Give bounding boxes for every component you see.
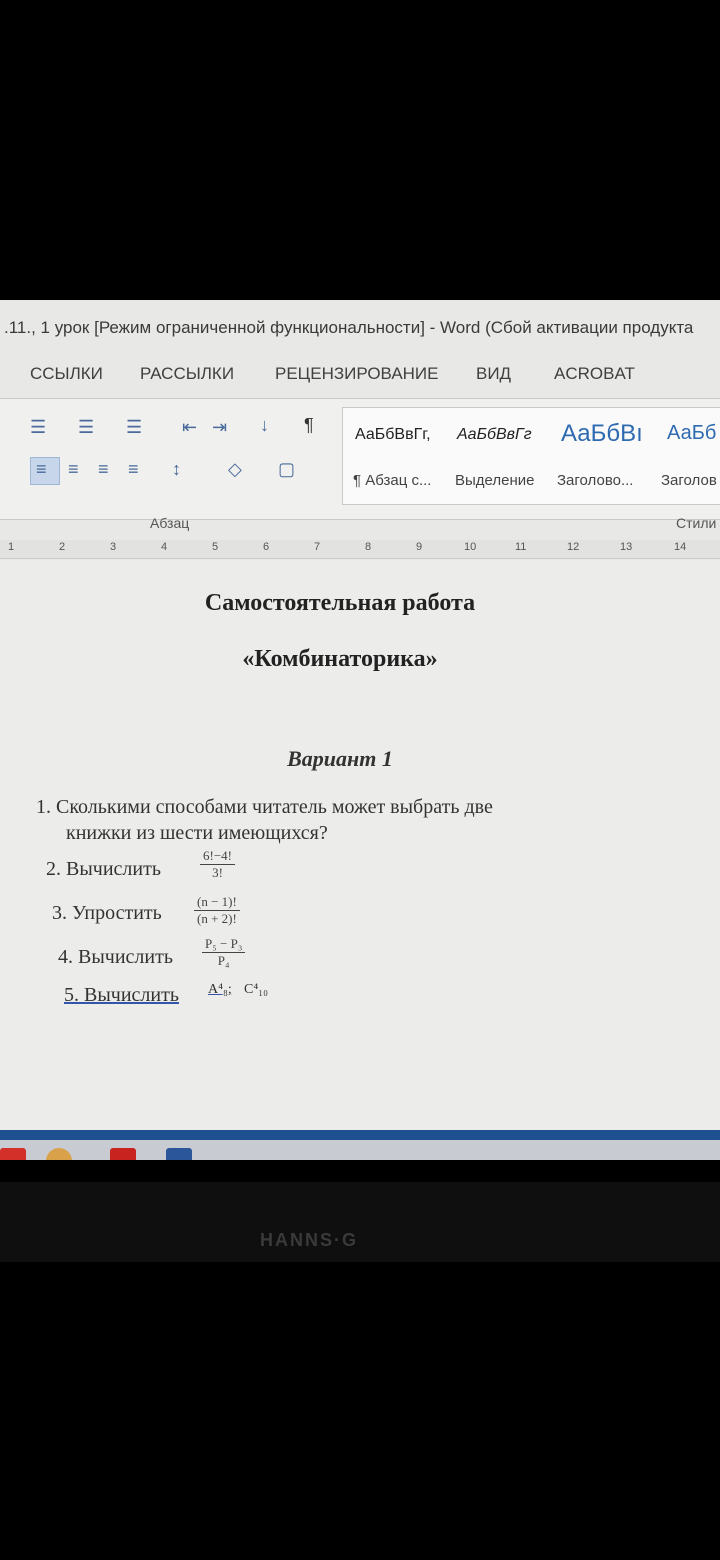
monitor-bezel: HANNS·G (0, 1182, 720, 1262)
sort-icon[interactable]: ↓ (260, 415, 269, 436)
style-sample-heading1[interactable]: АаБбВı (561, 420, 643, 448)
ruler-tick: 2 (59, 541, 66, 553)
taskbar-accent-line (0, 1130, 720, 1140)
pilcrow-icon[interactable]: ¶ (304, 415, 314, 436)
task-5-expression-1: A⁴₈; (208, 982, 232, 997)
style-name-heading1: Заголово... (557, 472, 634, 489)
ruler-tick: 12 (567, 541, 580, 553)
increase-indent-icon[interactable]: ⇥ (212, 417, 227, 438)
task-3-fraction: (n − 1)! (n + 2)! (194, 894, 240, 927)
ruler-tick: 6 (263, 541, 270, 553)
style-sample-normal[interactable]: АаБбВвГг, (355, 426, 431, 444)
window-title: .11., 1 урок [Режим ограниченной функцио… (4, 318, 694, 337)
style-name-normal: ¶ Абзац с... (353, 472, 432, 489)
align-right-icon[interactable]: ≡ (98, 459, 109, 480)
document-page[interactable]: Самостоятельная работа «Комбинаторика» В… (0, 560, 720, 1130)
shading-icon[interactable]: ◇ (228, 459, 242, 480)
task-2-label: 2. Вычислить (46, 858, 161, 880)
ruler-tick: 7 (314, 541, 321, 553)
ruler-tick: 4 (161, 541, 168, 553)
decrease-indent-icon[interactable]: ⇤ (182, 417, 197, 438)
monitor-screen: .11., 1 урок [Режим ограниченной функцио… (0, 300, 720, 1160)
fraction-denominator: P₄ (217, 953, 230, 968)
bullets-icon[interactable]: ☰ (30, 417, 46, 438)
tab-view[interactable]: ВИД (476, 364, 511, 384)
task-4-label: 4. Вычислить (58, 946, 173, 968)
variant-heading: Вариант 1 (287, 746, 393, 771)
tab-review[interactable]: РЕЦЕНЗИРОВАНИЕ (275, 364, 439, 384)
tab-mailings[interactable]: РАССЫЛКИ (140, 364, 234, 384)
ruler-tick: 8 (365, 541, 372, 553)
ruler-tick: 14 (674, 541, 687, 553)
style-name-emphasis: Выделение (455, 472, 535, 489)
fraction-numerator: 6!−4! (200, 848, 235, 865)
fraction-numerator: P₅ − P₃ (202, 936, 246, 953)
ruler-tick: 13 (620, 541, 633, 553)
style-sample-emphasis[interactable]: АаБбВвГг (457, 426, 532, 444)
tab-acrobat[interactable]: ACROBAT (554, 364, 635, 384)
horizontal-ruler[interactable]: 1 2 3 4 5 6 7 8 9 10 11 12 13 14 (0, 540, 720, 559)
task-5-expression-2: C⁴₁₀ (244, 982, 268, 997)
styles-group-label: Стили (676, 515, 717, 531)
ruler-tick: 10 (464, 541, 477, 553)
align-left-icon: ≡ (36, 459, 47, 479)
style-sample-heading2[interactable]: АаБб (667, 422, 716, 445)
multilevel-list-icon[interactable]: ☰ (126, 417, 142, 438)
task-4-fraction: P₅ − P₃ P₄ (202, 936, 246, 969)
ruler-tick: 9 (416, 541, 423, 553)
tab-references[interactable]: ССЫЛКИ (30, 364, 103, 384)
styles-gallery: АаБбВвГг, АаБбВвГг АаБбВı АаБб ¶ Абзац с… (342, 407, 720, 505)
taskbar (0, 1140, 720, 1160)
fraction-denominator: 3! (212, 865, 223, 880)
paragraph-group-label: Абзац (150, 515, 190, 531)
justify-icon[interactable]: ≡ (128, 459, 139, 480)
acrobat-icon[interactable] (110, 1148, 136, 1160)
borders-icon[interactable]: ▢ (278, 459, 295, 480)
numbering-icon[interactable]: ☰ (78, 417, 94, 438)
ribbon-tabs: ССЫЛКИ РАССЫЛКИ РЕЦЕНЗИРОВАНИЕ ВИД ACROB… (0, 358, 720, 398)
ruler-tick: 5 (212, 541, 219, 553)
task-1-line-1: 1. Сколькими способами читатель может вы… (36, 796, 493, 818)
ribbon: ☰ ☰ ☰ ⇤ ⇥ ↓ ¶ ≡ ≡ ≡ ≡ ↕ ◇ ▢ Абзац АаБбВв… (0, 398, 720, 531)
task-3-label: 3. Упростить (52, 902, 162, 924)
style-name-heading2: Заголов (661, 472, 717, 489)
document-subtitle: «Комбинаторика» (242, 646, 438, 672)
task-5-label: 5. Вычислить (64, 984, 179, 1006)
line-spacing-icon[interactable]: ↕ (172, 459, 181, 480)
monitor-brand-logo: HANNS·G (260, 1230, 358, 1250)
ruler-tick: 11 (515, 541, 527, 553)
taskbar-app-icon[interactable] (0, 1148, 26, 1160)
ruler-tick: 3 (110, 541, 117, 553)
task-2-fraction: 6!−4! 3! (200, 848, 235, 881)
task-1-line-2: книжки из шести имеющихся? (66, 822, 328, 844)
align-center-icon[interactable]: ≡ (68, 459, 79, 480)
fraction-numerator: (n − 1)! (194, 894, 240, 911)
ruler-tick: 1 (8, 541, 15, 553)
browser-icon[interactable] (46, 1148, 72, 1160)
word-icon[interactable] (166, 1148, 192, 1160)
fraction-denominator: (n + 2)! (197, 911, 237, 926)
document-title: Самостоятельная работа (204, 590, 476, 616)
